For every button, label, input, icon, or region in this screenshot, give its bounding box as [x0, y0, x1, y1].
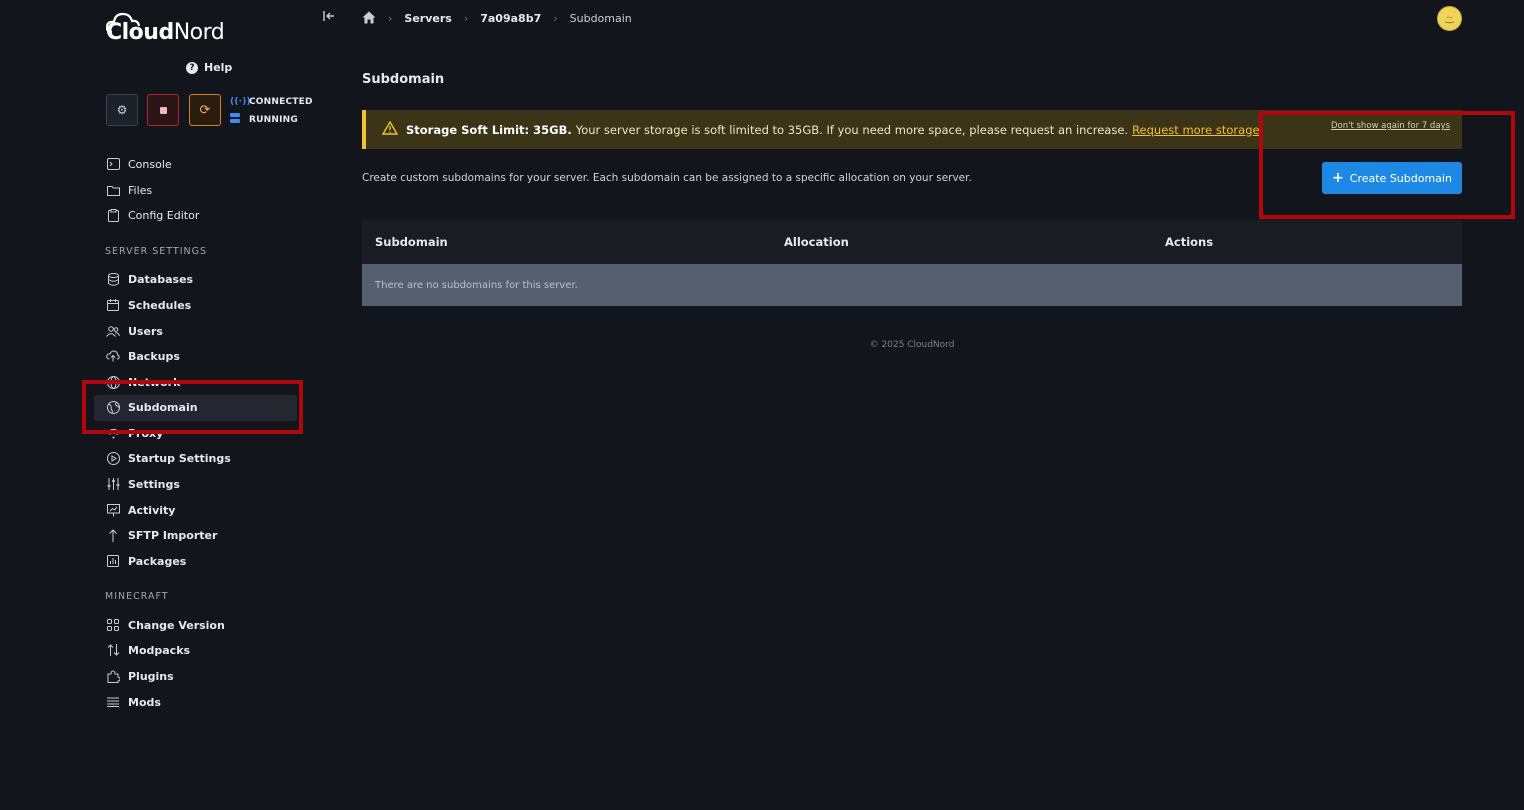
stop-icon	[159, 106, 167, 114]
arrow-up-icon	[106, 528, 120, 542]
sidebar-item-plugins[interactable]: Plugins	[106, 669, 174, 683]
folder-icon	[106, 183, 120, 197]
face-icon: ·͜·	[1446, 13, 1453, 24]
collapse-left-icon	[323, 11, 334, 21]
sidebar-item-label: Backups	[128, 349, 180, 363]
sidebar-item-modpacks[interactable]: Modpacks	[106, 643, 190, 657]
table-empty-row: There are no subdomains for this server.	[362, 264, 1462, 306]
cloud-upload-icon	[106, 349, 120, 363]
collapse-sidebar-button[interactable]	[323, 10, 335, 26]
sidebar-item-label: Plugins	[128, 669, 174, 683]
sidebar-item-label: Startup Settings	[128, 451, 231, 465]
sidebar-item-label: Config Editor	[128, 208, 200, 222]
sidebar-item-activity[interactable]: Activity	[106, 503, 175, 517]
column-header-actions: Actions	[1165, 235, 1214, 249]
sidebar-item-label: Files	[128, 183, 153, 197]
restart-server-button[interactable]: ⟳	[189, 94, 221, 126]
connection-status-label: CONNECTED	[249, 97, 313, 107]
sidebar-item-label: Mods	[128, 695, 161, 709]
request-storage-link[interactable]: Request more storage	[1132, 123, 1260, 137]
sidebar-item-label: Packages	[128, 554, 187, 568]
chevron-right-icon: ›	[463, 11, 469, 25]
annotation-highlight-sidebar-subdomain	[82, 380, 303, 434]
sliders-icon	[106, 477, 120, 491]
sidebar-item-label: Users	[128, 324, 163, 338]
sidebar-item-label: Console	[128, 157, 172, 171]
table-header: Subdomain Allocation Actions	[362, 220, 1462, 264]
brand-name: CloudNord	[106, 20, 225, 45]
signal-icon: ((·))	[230, 97, 251, 107]
subdomain-table: Subdomain Allocation Actions There are n…	[362, 220, 1462, 306]
section-label-server-settings: SERVER SETTINGS	[105, 246, 208, 257]
arrows-up-down-icon	[106, 643, 120, 657]
question-icon: ?	[186, 61, 198, 74]
page-description: Create custom subdomains for your server…	[362, 172, 972, 184]
terminal-icon	[106, 157, 120, 171]
puzzle-icon	[106, 669, 120, 683]
brand-logo[interactable]: CloudNord	[106, 12, 236, 46]
sidebar-item-label: Modpacks	[128, 643, 191, 657]
sidebar-item-label: Change Version	[128, 618, 225, 632]
chevron-right-icon: ›	[388, 11, 393, 25]
server-state: RUNNING	[230, 113, 298, 126]
sidebar-item-files[interactable]: Files	[106, 183, 152, 197]
sidebar-item-label: Settings	[128, 477, 180, 491]
breadcrumb: › Servers › 7a09a8b7 › Subdomain	[362, 11, 632, 25]
gear-icon: ⚙	[116, 103, 128, 117]
breadcrumb-servers[interactable]: Servers	[404, 12, 451, 25]
bar-chart-icon	[106, 554, 120, 568]
warning-icon	[381, 120, 399, 139]
sidebar-item-label: Databases	[128, 272, 194, 286]
sidebar-item-databases[interactable]: Databases	[106, 272, 193, 286]
play-circle-icon	[106, 451, 120, 465]
alert-message: Your server storage is soft limited to 3…	[575, 122, 1129, 137]
column-header-subdomain: Subdomain	[375, 235, 448, 249]
sidebar-item-mods[interactable]: Mods	[106, 695, 161, 709]
column-header-allocation: Allocation	[784, 235, 849, 249]
sidebar-item-startup-settings[interactable]: Startup Settings	[106, 451, 231, 465]
sidebar-item-schedules[interactable]: Schedules	[106, 298, 191, 312]
sidebar-item-settings[interactable]: Settings	[106, 477, 180, 491]
grid-icon	[106, 618, 120, 632]
sidebar-item-console[interactable]: Console	[106, 157, 172, 171]
alert-title: Storage Soft Limit: 35GB.	[406, 122, 572, 137]
server-stack-icon	[230, 113, 241, 126]
sidebar-item-packages[interactable]: Packages	[106, 554, 186, 568]
breadcrumb-current: Subdomain	[569, 11, 632, 25]
home-icon[interactable]	[362, 11, 376, 25]
page-title: Subdomain	[362, 72, 445, 87]
sidebar-item-sftp-importer[interactable]: SFTP Importer	[106, 528, 217, 542]
sidebar-item-label: Activity	[128, 503, 176, 517]
stop-server-button[interactable]	[147, 94, 179, 126]
database-icon	[106, 272, 120, 286]
footer-copyright: © 2025 CloudNord	[869, 340, 955, 350]
presentation-chart-icon	[106, 503, 120, 517]
user-avatar[interactable]: ·͜·	[1437, 6, 1462, 31]
sidebar-item-label: SFTP Importer	[128, 528, 218, 542]
settings-control-button[interactable]: ⚙	[106, 94, 138, 126]
connection-status: ((·)) CONNECTED	[230, 97, 313, 107]
users-icon	[106, 324, 120, 338]
annotation-highlight-create-button	[1259, 111, 1515, 219]
calendar-icon	[106, 298, 120, 312]
restart-icon: ⟳	[199, 102, 211, 118]
server-state-label: RUNNING	[249, 114, 298, 125]
list-icon	[106, 695, 120, 709]
clipboard-icon	[106, 208, 120, 222]
help-label: Help	[204, 61, 233, 74]
sidebar-item-config-editor[interactable]: Config Editor	[106, 208, 199, 222]
sidebar-item-users[interactable]: Users	[106, 324, 163, 338]
chevron-right-icon: ›	[553, 11, 558, 25]
section-label-minecraft: MINECRAFT	[105, 591, 169, 602]
sidebar-item-change-version[interactable]: Change Version	[106, 618, 225, 632]
help-link[interactable]: ? Help	[186, 61, 232, 74]
breadcrumb-server-id[interactable]: 7a09a8b7	[480, 12, 541, 25]
sidebar-item-backups[interactable]: Backups	[106, 349, 180, 363]
sidebar-item-label: Schedules	[128, 298, 192, 312]
